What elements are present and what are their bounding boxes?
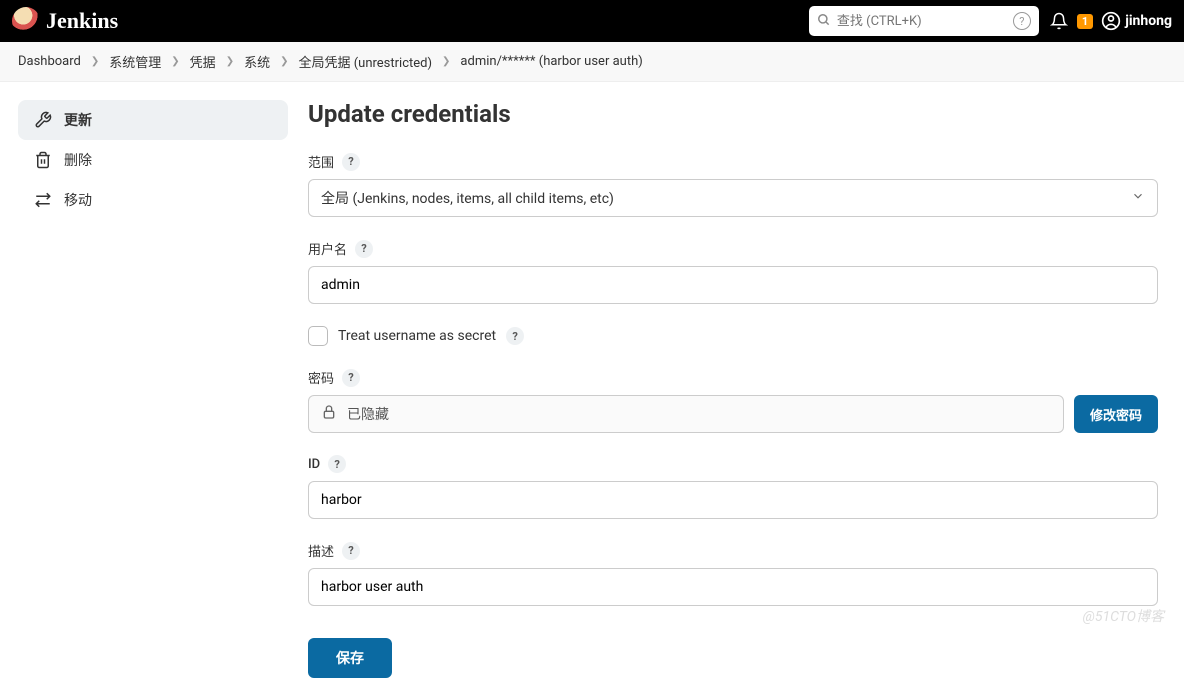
form-group-description: 描述 ? (308, 541, 1158, 606)
wrench-icon (34, 111, 52, 129)
user-icon (1101, 11, 1121, 31)
chevron-right-icon: ❯ (171, 56, 179, 67)
form-group-username: 用户名 ? (308, 239, 1158, 304)
description-label: 描述 (308, 541, 334, 560)
breadcrumb-item[interactable]: 系统 (244, 52, 270, 71)
change-password-button[interactable]: 修改密码 (1074, 395, 1158, 433)
password-display: 已隐藏 (308, 395, 1064, 433)
help-icon[interactable]: ? (342, 369, 360, 387)
notification-bell-icon[interactable] (1047, 9, 1071, 33)
form-group-treat-secret: Treat username as secret ? (308, 326, 1158, 346)
description-input[interactable] (308, 568, 1158, 606)
breadcrumb: Dashboard ❯ 系统管理 ❯ 凭据 ❯ 系统 ❯ 全局凭据 (unres… (0, 42, 1184, 82)
help-icon[interactable]: ? (355, 240, 373, 258)
username-input[interactable] (308, 266, 1158, 304)
save-button[interactable]: 保存 (308, 638, 392, 678)
id-label: ID (308, 457, 320, 472)
jenkins-logo-icon (12, 7, 40, 35)
breadcrumb-item[interactable]: Dashboard (18, 54, 81, 69)
breadcrumb-item[interactable]: 全局凭据 (unrestricted) (298, 52, 432, 71)
transfer-icon (34, 191, 52, 209)
breadcrumb-item[interactable]: 凭据 (190, 52, 216, 71)
form-group-password: 密码 ? 已隐藏 修改密码 (308, 368, 1158, 433)
username-label: jinhong (1125, 13, 1172, 29)
id-input[interactable] (308, 481, 1158, 519)
trash-icon (34, 151, 52, 169)
notification-badge[interactable]: 1 (1077, 14, 1093, 29)
chevron-right-icon: ❯ (280, 56, 288, 67)
content-area: Update credentials 范围 ? 全局 (Jenkins, nod… (308, 100, 1158, 678)
search-input[interactable] (837, 14, 1007, 29)
breadcrumb-item[interactable]: admin/****** (harbor user auth) (460, 54, 642, 69)
search-help-icon[interactable]: ? (1013, 12, 1031, 30)
help-icon[interactable]: ? (342, 542, 360, 560)
form-group-scope: 范围 ? 全局 (Jenkins, nodes, items, all chil… (308, 152, 1158, 217)
treat-secret-checkbox[interactable] (308, 326, 328, 346)
chevron-right-icon: ❯ (91, 56, 99, 67)
password-label: 密码 (308, 368, 334, 387)
sidebar-item-delete[interactable]: 删除 (18, 140, 288, 180)
help-icon[interactable]: ? (506, 327, 524, 345)
chevron-right-icon: ❯ (226, 56, 234, 67)
search-icon (817, 12, 831, 31)
form-group-id: ID ? (308, 455, 1158, 519)
page-title: Update credentials (308, 100, 1158, 128)
logo-area[interactable]: Jenkins (12, 7, 118, 35)
search-box[interactable]: ? (809, 6, 1039, 36)
scope-value: 全局 (Jenkins, nodes, items, all child ite… (321, 188, 614, 208)
sidebar-item-update[interactable]: 更新 (18, 100, 288, 140)
help-icon[interactable]: ? (342, 153, 360, 171)
scope-label: 范围 (308, 152, 334, 171)
user-menu[interactable]: jinhong (1101, 11, 1172, 31)
chevron-right-icon: ❯ (442, 56, 450, 67)
top-header: Jenkins ? 1 jinhong (0, 0, 1184, 42)
sidebar-item-label: 移动 (64, 190, 92, 210)
sidebar-item-label: 删除 (64, 150, 92, 170)
brand-text: Jenkins (46, 8, 118, 34)
sidebar: 更新 删除 移动 (18, 100, 288, 678)
help-icon[interactable]: ? (328, 455, 346, 473)
chevron-down-icon (1131, 189, 1145, 207)
treat-secret-label: Treat username as secret (338, 328, 496, 344)
password-hidden-text: 已隐藏 (347, 404, 389, 424)
username-label: 用户名 (308, 239, 347, 258)
sidebar-item-label: 更新 (64, 110, 92, 130)
lock-icon (321, 404, 337, 424)
scope-select[interactable]: 全局 (Jenkins, nodes, items, all child ite… (308, 179, 1158, 217)
sidebar-item-move[interactable]: 移动 (18, 180, 288, 220)
breadcrumb-item[interactable]: 系统管理 (109, 52, 161, 71)
